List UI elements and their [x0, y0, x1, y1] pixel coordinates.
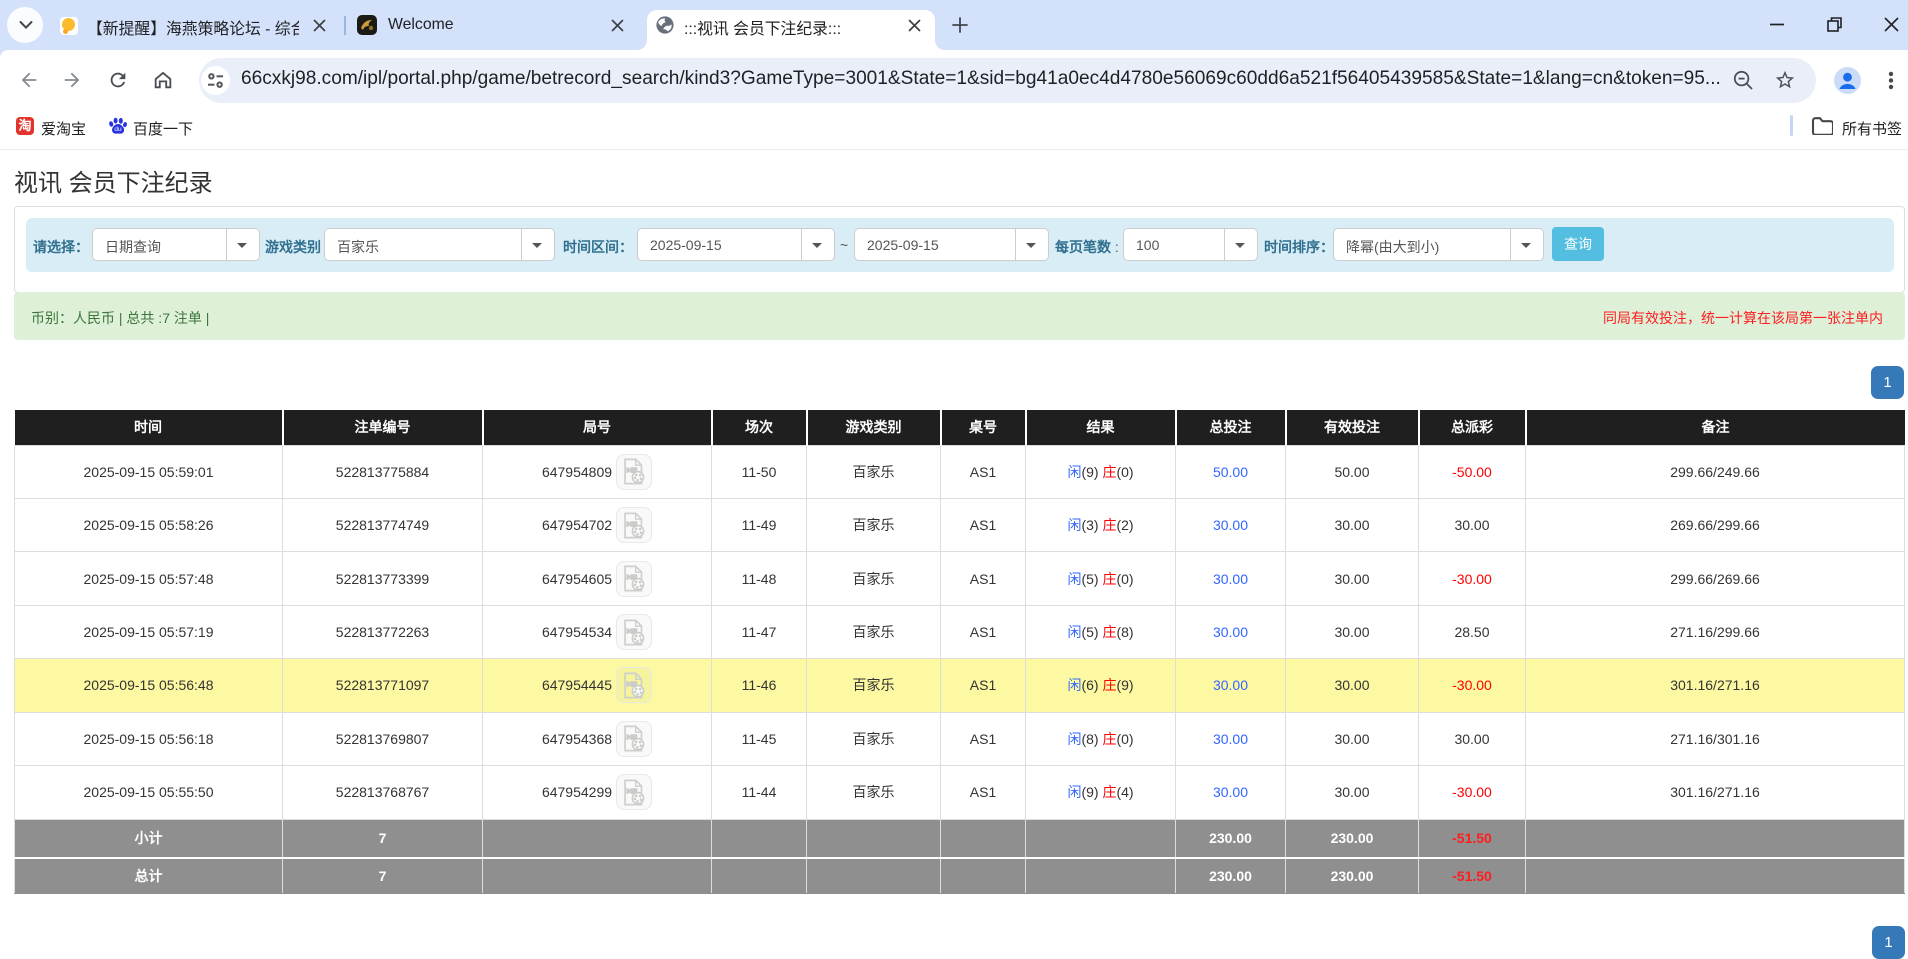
svg-text:du: du	[114, 126, 122, 133]
